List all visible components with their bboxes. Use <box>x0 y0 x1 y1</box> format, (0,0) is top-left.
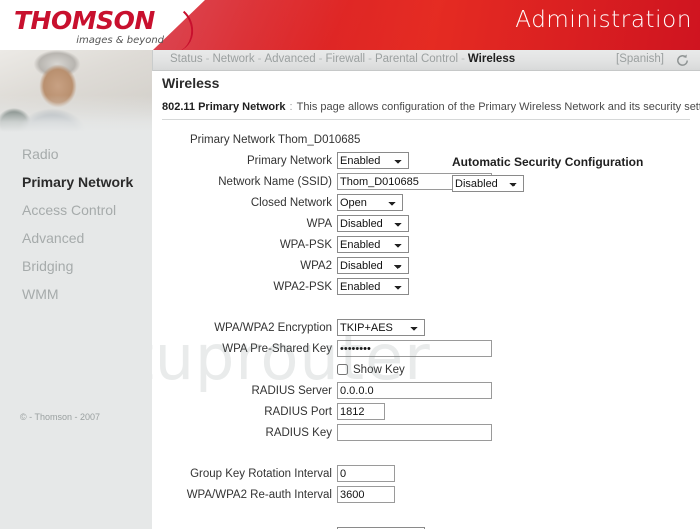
encryption-label: WPA/WPA2 Encryption <box>214 321 332 334</box>
spacer-encryption <box>152 297 700 317</box>
reauth-interval-label: WPA/WPA2 Re-auth Interval <box>186 488 332 501</box>
primary-network-select[interactable]: EnabledDisabled <box>337 152 409 169</box>
thomson-logo: THOMSON images & beyond <box>14 2 199 50</box>
top-navbar: Status - Network - Advanced - Firewall - Parenta… <box>152 50 700 71</box>
row-reauth-interval: WPA/WPA2 Re-auth Interval <box>152 484 700 505</box>
nav-separator: - <box>257 53 262 65</box>
row-show-key: Show Key <box>152 359 700 380</box>
page-description: 802.11 Primary Network: This page allows … <box>162 101 700 113</box>
row-wpa2-psk: WPA2-PSK EnabledDisabled <box>152 276 700 297</box>
nav-item-network[interactable]: Network <box>212 53 254 65</box>
left-sidebar: Radio Primary Network Access Control Advanc… <box>0 50 153 529</box>
primary-network-label: Primary Network <box>247 154 332 167</box>
wpa-select[interactable]: DisabledEnabled <box>337 215 409 232</box>
spacer-wep <box>152 505 700 525</box>
reauth-interval-input[interactable] <box>337 486 395 503</box>
radius-port-input[interactable] <box>337 403 385 420</box>
nav-item-status[interactable]: Status <box>170 53 203 65</box>
row-radius-port: RADIUS Port <box>152 401 700 422</box>
wpa-psk-select[interactable]: EnabledDisabled <box>337 236 409 253</box>
nav-item-advanced[interactable]: Advanced <box>264 53 315 65</box>
row-group-key-rotation: Group Key Rotation Interval <box>152 463 700 484</box>
closed-network-select[interactable]: OpenClosed <box>337 194 403 211</box>
sidebar-item-primary-network[interactable]: Primary Network <box>0 168 152 196</box>
group-key-rotation-label: Group Key Rotation Interval <box>190 467 332 480</box>
pre-shared-key-label: WPA Pre-Shared Key <box>222 342 332 355</box>
row-closed-network: Closed Network OpenClosed <box>152 192 700 213</box>
wpa2-label: WPA2 <box>300 259 332 272</box>
sidebar-item-advanced[interactable]: Advanced <box>0 224 152 252</box>
banner-title: Administration <box>515 7 692 33</box>
page-title: Wireless <box>162 75 220 91</box>
nav-separator: - <box>368 53 372 65</box>
description-divider <box>162 119 690 120</box>
ssid-label: Network Name (SSID) <box>218 175 332 188</box>
wpa2-select[interactable]: DisabledEnabled <box>337 257 409 274</box>
radius-key-label: RADIUS Key <box>265 426 332 439</box>
wpa2-psk-select[interactable]: EnabledDisabled <box>337 278 409 295</box>
sidebar-photo-fade <box>0 50 152 132</box>
language-toggle[interactable]: [Spanish] <box>616 53 664 65</box>
row-pre-shared-key: WPA Pre-Shared Key <box>152 338 700 359</box>
closed-network-label: Closed Network <box>250 196 332 209</box>
sidebar-item-bridging[interactable]: Bridging <box>0 252 152 280</box>
row-wep-encryption: WEP Encryption Disabled64-bit128-bit <box>152 525 700 529</box>
nav-separator: - <box>318 53 323 65</box>
nav-separator: - <box>205 53 210 65</box>
show-key-label[interactable]: Show Key <box>353 364 405 376</box>
row-wpa-psk: WPA-PSK EnabledDisabled <box>152 234 700 255</box>
sidebar-item-access-control[interactable]: Access Control <box>0 196 152 224</box>
top-banner: THOMSON images & beyond Administration <box>0 0 700 50</box>
row-wpa: WPA DisabledEnabled <box>152 213 700 234</box>
pre-shared-key-input[interactable] <box>337 340 492 357</box>
main-content: Wireless 802.11 Primary Network: This pag… <box>152 71 700 529</box>
automatic-security-panel: Automatic Security Configuration Disable… <box>452 155 692 192</box>
wpa-label: WPA <box>306 217 332 230</box>
radius-key-input[interactable] <box>337 424 492 441</box>
sidebar-nav: Radio Primary Network Access Control Advanc… <box>0 140 152 308</box>
row-radius-key: RADIUS Key <box>152 422 700 443</box>
show-key-checkbox[interactable] <box>337 364 348 375</box>
wpa-psk-label: WPA-PSK <box>279 238 332 251</box>
radius-port-label: RADIUS Port <box>264 405 332 418</box>
refresh-icon[interactable] <box>675 53 690 68</box>
copyright-text: © - Thomson - 2007 <box>20 412 101 422</box>
radius-server-input[interactable] <box>337 382 492 399</box>
radius-server-label: RADIUS Server <box>251 384 332 397</box>
encryption-select[interactable]: TKIP+AESTKIPAES <box>337 319 425 336</box>
description-colon: : <box>289 101 293 113</box>
spacer-group-key <box>152 443 700 463</box>
row-wpa2: WPA2 DisabledEnabled <box>152 255 700 276</box>
automatic-security-title: Automatic Security Configuration <box>452 155 644 169</box>
row-encryption: WPA/WPA2 Encryption TKIP+AESTKIPAES <box>152 317 700 338</box>
logo-tagline: images & beyond <box>76 35 164 46</box>
nav-item-wireless[interactable]: Wireless <box>468 53 515 65</box>
description-text: This page allows configuration of the Pr… <box>296 101 700 113</box>
primary-network-group-heading: Primary Network Thom_D010685 <box>190 134 361 146</box>
nav-separator: - <box>461 53 465 65</box>
sidebar-item-wmm[interactable]: WMM <box>0 280 152 308</box>
description-label: 802.11 Primary Network <box>162 101 286 113</box>
group-key-rotation-input[interactable] <box>337 465 395 482</box>
sidebar-item-radio[interactable]: Radio <box>0 140 152 168</box>
wpa2-psk-label: WPA2-PSK <box>273 280 332 293</box>
nav-item-parental-control[interactable]: Parental Control <box>375 53 458 65</box>
nav-item-firewall[interactable]: Firewall <box>325 53 365 65</box>
nav-links: Status - Network - Advanced - Firewall - Parenta… <box>170 53 515 65</box>
row-radius-server: RADIUS Server <box>152 380 700 401</box>
automatic-security-select[interactable]: DisabledWPS <box>452 175 524 192</box>
